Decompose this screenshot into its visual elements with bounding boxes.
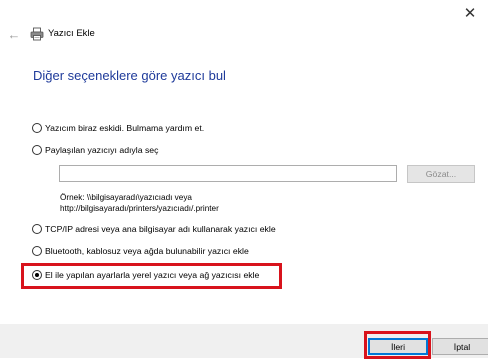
- radio-option-tcpip[interactable]: TCP/IP adresi veya ana bilgisayar adı ku…: [32, 224, 276, 234]
- radio-label: El ile yapılan ayarlarla yerel yazıcı ve…: [45, 270, 260, 280]
- shared-printer-name-input[interactable]: [59, 165, 397, 182]
- back-arrow-icon: ←: [7, 26, 21, 42]
- back-button[interactable]: ←: [6, 26, 22, 42]
- radio-label: Yazıcım biraz eskidi. Bulmama yardım et.: [45, 123, 205, 133]
- example-line-1: Örnek: \\bilgisayaradı\yazıcıadı veya: [60, 193, 192, 202]
- window-title: Yazıcı Ekle: [48, 28, 95, 39]
- radio-button[interactable]: [32, 123, 42, 133]
- example-hint: Örnek: \\bilgisayaradı\yazıcıadı veya ht…: [60, 192, 219, 214]
- example-line-2: http://bilgisayaradı/printers/yazıcıadı/…: [60, 204, 219, 213]
- cancel-button[interactable]: İptal: [432, 338, 488, 355]
- close-button[interactable]: ✕: [456, 2, 484, 24]
- radio-label: Bluetooth, kablosuz veya ağda bulunabili…: [45, 246, 249, 256]
- radio-button[interactable]: [32, 224, 42, 234]
- browse-button[interactable]: Gözat...: [407, 165, 475, 183]
- close-icon: ✕: [463, 5, 477, 22]
- radio-button[interactable]: [32, 145, 42, 155]
- radio-button[interactable]: [32, 246, 42, 256]
- radio-label: TCP/IP adresi veya ana bilgisayar adı ku…: [45, 224, 276, 234]
- radio-option-shared-printer[interactable]: Paylaşılan yazıcıyı adıyla seç: [32, 145, 158, 155]
- radio-button-selected[interactable]: [32, 270, 42, 280]
- radio-option-bluetooth-wireless[interactable]: Bluetooth, kablosuz veya ağda bulunabili…: [32, 246, 249, 256]
- radio-label: Paylaşılan yazıcıyı adıyla seç: [45, 145, 159, 155]
- radio-option-old-printer[interactable]: Yazıcım biraz eskidi. Bulmama yardım et.: [32, 123, 204, 133]
- printer-icon: [30, 27, 44, 41]
- next-button[interactable]: İleri: [368, 338, 428, 355]
- page-title: Diğer seçeneklere göre yazıcı bul: [33, 68, 226, 83]
- radio-option-manual-local[interactable]: El ile yapılan ayarlarla yerel yazıcı ve…: [32, 270, 259, 280]
